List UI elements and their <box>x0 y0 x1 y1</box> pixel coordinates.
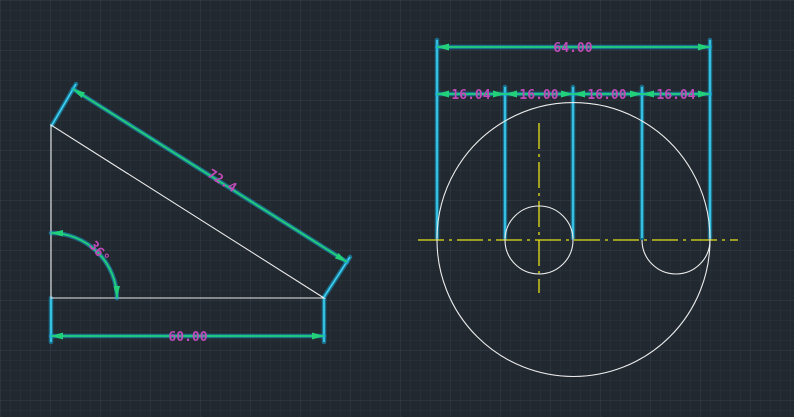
segment-1-text: 16.04 <box>451 88 490 103</box>
cad-drawing-canvas[interactable]: 72.4 36° 60.00 64.00 16.04 16.00 16.00 1… <box>0 0 794 417</box>
grid-lines <box>0 0 794 417</box>
segment-2-text: 16.00 <box>519 88 558 103</box>
segment-3-text: 16.00 <box>587 88 626 103</box>
base-width-dimension-text: 60.00 <box>168 330 207 345</box>
overall-width-dimension-text: 64.00 <box>553 41 592 56</box>
segment-4-text: 16.04 <box>656 88 695 103</box>
